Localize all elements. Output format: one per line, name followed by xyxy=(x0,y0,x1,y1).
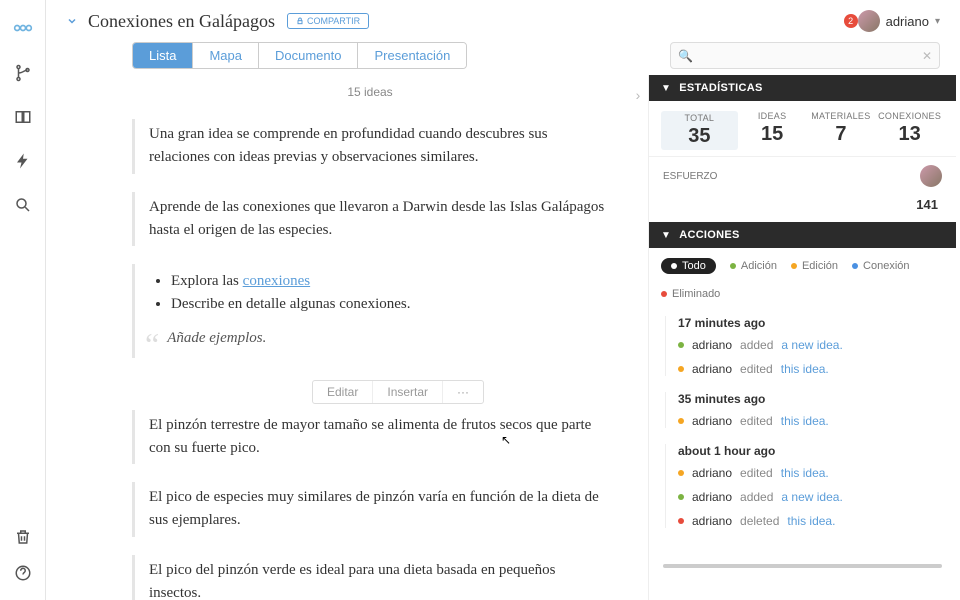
activity-link[interactable]: this idea. xyxy=(781,466,829,480)
activity-user: adriano xyxy=(692,514,732,528)
stat-ideas[interactable]: IDEAS 15 xyxy=(738,111,807,150)
caret-down-icon: ▼ xyxy=(661,83,671,94)
actions-section-header[interactable]: ▼ ACCIONES xyxy=(649,222,956,248)
chevron-down-icon: ▾ xyxy=(935,16,940,27)
help-icon[interactable] xyxy=(14,564,32,582)
timeline-item[interactable]: adriano added a new idea. xyxy=(678,490,942,504)
activity-action: added xyxy=(740,490,773,504)
activity-user: adriano xyxy=(692,490,732,504)
stat-connections[interactable]: CONEXIONES 13 xyxy=(875,111,944,150)
idea-card[interactable]: Una gran idea se comprende en profundida… xyxy=(132,119,608,174)
caret-down-icon: ▼ xyxy=(661,230,671,241)
filter-edit[interactable]: Edición xyxy=(791,260,838,272)
idea-card[interactable]: El pico del pinzón verde es ideal para u… xyxy=(132,555,608,600)
tab-map[interactable]: Mapa xyxy=(193,43,259,68)
activity-link[interactable]: a new idea. xyxy=(781,338,842,352)
activity-link[interactable]: this idea. xyxy=(781,414,829,428)
tab-document[interactable]: Documento xyxy=(259,43,358,68)
filter-deleted[interactable]: Eliminado xyxy=(661,288,720,300)
stats-section-header[interactable]: ▼ ESTADÍSTICAS xyxy=(649,75,956,101)
activity-action: deleted xyxy=(740,514,779,528)
action-filters: Todo Adición Edición Conexión Eliminado xyxy=(649,248,956,310)
connections-link[interactable]: conexiones xyxy=(243,273,310,289)
activity-user: adriano xyxy=(692,466,732,480)
trash-icon[interactable] xyxy=(14,528,32,546)
collapse-panel-button[interactable]: › xyxy=(628,75,648,600)
filter-add[interactable]: Adición xyxy=(730,260,777,272)
share-button[interactable]: COMPARTIR xyxy=(287,13,369,29)
book-icon[interactable] xyxy=(14,108,32,126)
timeline-item[interactable]: adriano deleted this idea. xyxy=(678,514,942,528)
clear-search-icon[interactable]: ✕ xyxy=(922,49,932,63)
activity-dot-icon xyxy=(678,366,684,372)
activity-action: edited xyxy=(740,414,773,428)
app-logo-icon xyxy=(13,18,33,38)
lock-icon xyxy=(296,17,304,25)
user-menu[interactable]: 2 adriano ▾ xyxy=(838,10,940,32)
activity-dot-icon xyxy=(678,470,684,476)
stats-grid: TOTAL 35 IDEAS 15 MATERIALES 7 CONEXIO xyxy=(649,101,956,156)
activity-timeline: 17 minutes agoadriano added a new idea.a… xyxy=(649,310,956,564)
ideas-count: 15 ideas xyxy=(132,85,608,99)
activity-action: added xyxy=(740,338,773,352)
activity-link[interactable]: this idea. xyxy=(781,362,829,376)
ideas-list: 15 ideas Una gran idea se comprende en p… xyxy=(46,75,628,600)
scrollbar[interactable] xyxy=(663,564,942,568)
notification-badge[interactable]: 2 xyxy=(844,14,858,28)
activity-user: adriano xyxy=(692,338,732,352)
timeline-item[interactable]: adriano edited this idea. xyxy=(678,466,942,480)
activity-action: edited xyxy=(740,466,773,480)
idea-card[interactable]: Aprende de las conexiones que llevaron a… xyxy=(132,192,608,247)
timeline-item[interactable]: adriano edited this idea. xyxy=(678,414,942,428)
chevron-down-icon[interactable] xyxy=(66,15,78,27)
avatar xyxy=(920,165,942,187)
view-tabs: Lista Mapa Documento Presentación xyxy=(132,42,467,69)
idea-card[interactable]: Explora las conexiones Describe en detal… xyxy=(132,264,608,358)
timeline-timestamp: 35 minutes ago xyxy=(678,392,942,406)
timeline-timestamp: about 1 hour ago xyxy=(678,444,942,458)
username-label: adriano xyxy=(886,14,929,29)
idea-hover-toolbar: Editar Insertar ··· xyxy=(312,380,484,404)
timeline-item[interactable]: adriano added a new idea. xyxy=(678,338,942,352)
activity-link[interactable]: this idea. xyxy=(787,514,835,528)
activity-dot-icon xyxy=(678,518,684,524)
effort-row: ESFUERZO xyxy=(649,156,956,195)
search-icon[interactable] xyxy=(14,196,32,214)
activity-user: adriano xyxy=(692,362,732,376)
search-input[interactable] xyxy=(670,42,940,69)
timeline-group: 17 minutes agoadriano added a new idea.a… xyxy=(665,316,942,376)
timeline-group: 35 minutes ago adriano edited this idea. xyxy=(665,392,942,428)
effort-value: 141 xyxy=(649,195,956,222)
timeline-timestamp: 17 minutes ago xyxy=(678,316,942,330)
branch-icon[interactable] xyxy=(14,64,32,82)
activity-dot-icon xyxy=(678,494,684,500)
left-sidebar xyxy=(0,0,46,600)
activity-user: adriano xyxy=(692,414,732,428)
page-title: Conexiones en Galápagos xyxy=(88,11,275,32)
tab-presentation[interactable]: Presentación xyxy=(358,43,466,68)
activity-dot-icon xyxy=(678,418,684,424)
lightning-icon[interactable] xyxy=(14,152,32,170)
edit-button[interactable]: Editar xyxy=(313,381,373,403)
header: Conexiones en Galápagos COMPARTIR 2 adri… xyxy=(46,0,960,36)
quote-icon: “ xyxy=(145,335,159,354)
stat-materials[interactable]: MATERIALES 7 xyxy=(807,111,876,150)
filter-all[interactable]: Todo xyxy=(661,258,716,274)
idea-card[interactable]: El pinzón terrestre de mayor tamaño se a… xyxy=(132,410,608,465)
stat-total[interactable]: TOTAL 35 xyxy=(661,111,738,150)
insert-button[interactable]: Insertar xyxy=(373,381,443,403)
tab-list[interactable]: Lista xyxy=(133,43,193,68)
idea-card[interactable]: El pico de especies muy similares de pin… xyxy=(132,482,608,537)
timeline-group: about 1 hour ago adriano edited this idea… xyxy=(665,444,942,528)
avatar xyxy=(858,10,880,32)
activity-link[interactable]: a new idea. xyxy=(781,490,842,504)
activity-action: edited xyxy=(740,362,773,376)
more-button[interactable]: ··· xyxy=(443,381,483,403)
filter-connection[interactable]: Conexión xyxy=(852,260,909,272)
activity-dot-icon xyxy=(678,342,684,348)
quote-text: Añade ejemplos. xyxy=(167,327,266,350)
timeline-item[interactable]: adriano edited this idea. xyxy=(678,362,942,376)
search-icon: 🔍 xyxy=(678,49,693,63)
